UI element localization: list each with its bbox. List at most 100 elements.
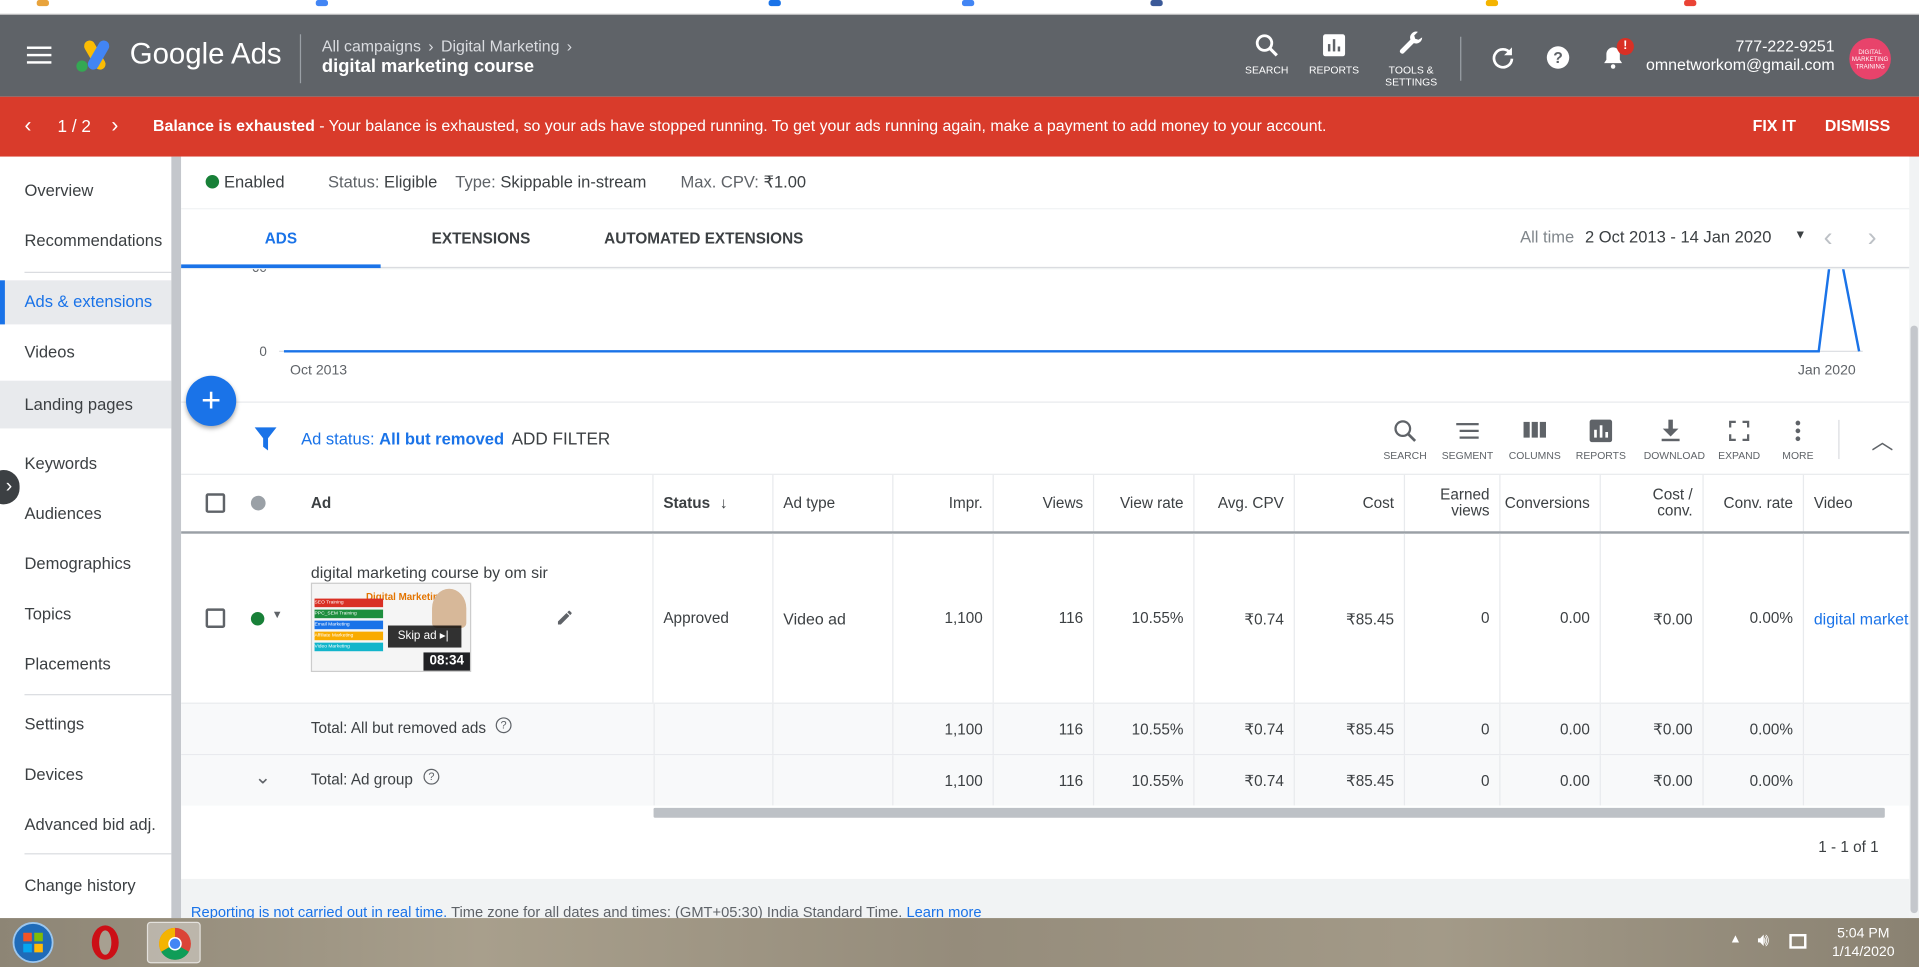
row-checkbox[interactable] xyxy=(205,608,226,628)
col-cost-per-conv[interactable]: Cost / conv. xyxy=(1601,474,1704,532)
video-link-text[interactable]: digital marketi xyxy=(1814,609,1909,627)
tab-extensions[interactable]: EXTENSIONS xyxy=(381,209,582,268)
reports-icon xyxy=(1323,34,1346,57)
add-ad-button[interactable]: + xyxy=(186,375,237,426)
expand-chevron-icon[interactable]: ⌄ xyxy=(255,765,271,789)
views-cell: 116 xyxy=(994,533,1095,703)
type-label: Type: Skippable in-stream xyxy=(455,173,646,191)
sidebar-item-advanced-bid[interactable]: Advanced bid adj. xyxy=(0,803,171,847)
table-row[interactable]: ▼ digital marketing course by om sir Dig… xyxy=(181,533,1909,703)
refresh-icon[interactable] xyxy=(1489,44,1516,71)
tray-expand-icon[interactable]: ▲ xyxy=(1729,933,1741,946)
status-dropdown-icon[interactable]: ▼ xyxy=(272,608,283,620)
tools-settings-button[interactable]: TOOLS & SETTINGS xyxy=(1377,29,1446,88)
collapse-chart-icon[interactable]: ︿ xyxy=(1871,425,1893,457)
sidebar-scrollbar[interactable] xyxy=(171,156,182,919)
help-icon[interactable]: ? xyxy=(423,768,440,785)
breadcrumb-campaign[interactable]: Digital Marketing xyxy=(441,37,560,55)
sidebar-item-recommendations[interactable]: Recommendations xyxy=(0,219,171,263)
col-conv-rate[interactable]: Conv. rate xyxy=(1704,474,1805,532)
sidebar-item-topics[interactable]: Topics xyxy=(0,592,171,636)
enabled-status[interactable]: Enabled xyxy=(205,173,285,191)
sidebar-item-settings[interactable]: Settings xyxy=(0,703,171,747)
fix-it-button[interactable]: FIX IT xyxy=(1753,116,1796,134)
page-scrollbar[interactable] xyxy=(1909,156,1919,919)
next-icon[interactable]: › xyxy=(111,114,118,138)
total-view-rate: 10.55% xyxy=(1094,703,1195,755)
opera-app[interactable] xyxy=(78,922,132,964)
table-footer: 1 - 1 of 1 xyxy=(181,805,1910,879)
toolbar-more-button[interactable]: MORE xyxy=(1771,417,1825,461)
col-conversions[interactable]: Conversions xyxy=(1501,474,1601,532)
enabled-dot-icon xyxy=(250,612,265,626)
type-key: Type: xyxy=(455,172,496,191)
col-view-rate[interactable]: View rate xyxy=(1094,474,1195,532)
toolbar-download-button[interactable]: DOWNLOAD xyxy=(1644,417,1705,461)
total-view-rate: 10.55% xyxy=(1094,755,1195,806)
help-icon[interactable]: ? xyxy=(495,717,512,734)
add-filter-button[interactable]: ADD FILTER xyxy=(512,428,611,448)
prev-icon[interactable]: ‹ xyxy=(24,114,31,138)
toolbar-reports-button[interactable]: REPORTS xyxy=(1574,417,1628,461)
chrome-app[interactable] xyxy=(146,921,201,964)
help-icon[interactable]: ? xyxy=(1545,44,1572,71)
chart-svg: 60 0 Oct 2013 Jan 2020 xyxy=(252,224,1863,378)
col-earned-views[interactable]: Earned views xyxy=(1405,474,1501,532)
volume-icon[interactable]: 🔊︎ xyxy=(1758,930,1770,951)
date-range-selector[interactable]: 2 Oct 2013 - 14 Jan 2020 xyxy=(1585,228,1771,246)
sidebar-item-demographics[interactable]: Demographics xyxy=(0,542,171,586)
windows-start-icon[interactable] xyxy=(10,922,57,964)
col-views[interactable]: Views xyxy=(994,474,1095,532)
tab-ads[interactable]: ADS xyxy=(181,209,381,269)
menu-icon[interactable] xyxy=(26,46,52,69)
sidebar-item-ads-extensions[interactable]: Ads & extensions xyxy=(0,280,172,325)
col-impr[interactable]: Impr. xyxy=(893,474,994,532)
empty-cell xyxy=(653,703,774,755)
col-ad[interactable]: Ad xyxy=(301,474,654,532)
sidebar-item-audiences[interactable]: Audiences xyxy=(0,492,171,536)
more-vert-icon xyxy=(1795,420,1801,442)
sidebar-item-videos[interactable]: Videos xyxy=(0,331,171,375)
search-tool-button[interactable]: SEARCH xyxy=(1239,32,1295,76)
toolbar-columns-button[interactable]: COLUMNS xyxy=(1508,417,1562,461)
col-cost[interactable]: Cost xyxy=(1295,474,1406,532)
tab-automated-extensions[interactable]: AUTOMATED EXTENSIONS xyxy=(581,209,826,268)
filter-icon[interactable] xyxy=(254,427,277,451)
total-conversions: 0.00 xyxy=(1501,703,1601,755)
sidebar-item-change-history[interactable]: Change history xyxy=(0,864,171,908)
total-avg-cpv: ₹0.74 xyxy=(1195,703,1295,755)
ad-status-filter[interactable]: Ad status: All but removed xyxy=(301,430,504,448)
toolbar-segment-button[interactable]: SEGMENT xyxy=(1441,417,1495,461)
toolbar-search-button[interactable]: SEARCH xyxy=(1378,417,1432,461)
brand-name[interactable]: Google Ads xyxy=(130,38,282,72)
next-period-icon[interactable]: › xyxy=(1868,222,1877,254)
toolbar-reports-label: REPORTS xyxy=(1575,449,1626,462)
horizontal-scrollbar[interactable] xyxy=(653,807,1885,818)
sidebar-item-overview[interactable]: Overview xyxy=(0,169,171,213)
select-all-checkbox[interactable] xyxy=(205,493,226,513)
system-clock[interactable]: 5:04 PM 1/14/2020 xyxy=(1832,925,1895,962)
video-link[interactable]: digital marketi xyxy=(1804,534,1909,703)
toolbar-expand-button[interactable]: EXPAND xyxy=(1712,417,1766,461)
sidebar-item-devices[interactable]: Devices xyxy=(0,753,171,797)
breadcrumb-all-campaigns[interactable]: All campaigns xyxy=(322,37,421,55)
prev-period-icon[interactable]: ‹ xyxy=(1824,222,1833,254)
max-cpv-label[interactable]: Max. CPV: ₹1.00 xyxy=(680,173,806,193)
sidebar-item-landing-pages[interactable]: Landing pages xyxy=(0,380,172,429)
col-ad-type[interactable]: Ad type xyxy=(774,474,894,532)
sidebar-item-keywords[interactable]: Keywords xyxy=(0,442,171,486)
dismiss-button[interactable]: DISMISS xyxy=(1825,116,1890,134)
reports-tool-button[interactable]: REPORTS xyxy=(1306,32,1362,76)
chevron-right-icon[interactable]: › xyxy=(567,37,572,55)
col-video[interactable]: Video xyxy=(1804,475,1909,531)
ad-cell xyxy=(301,533,654,703)
dropdown-icon[interactable]: ▼ xyxy=(1794,229,1806,242)
col-status[interactable]: Status ↓ xyxy=(654,474,774,532)
col-avg-cpv[interactable]: Avg. CPV xyxy=(1195,474,1295,532)
account-info[interactable]: 777-222-9251 omnetworkom@gmail.com xyxy=(1646,37,1835,74)
network-icon[interactable] xyxy=(1789,933,1807,949)
total-cost-conv: ₹0.00 xyxy=(1601,755,1704,806)
avatar[interactable]: DIGITAL MARKETING TRAINING xyxy=(1849,37,1891,80)
sidebar-item-placements[interactable]: Placements xyxy=(0,643,171,687)
table-row-total: Total: All but removed ads ? 1,100 116 1… xyxy=(181,703,1910,755)
